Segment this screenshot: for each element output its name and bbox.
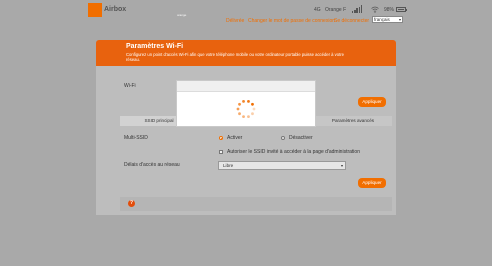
orange-logo[interactable]: orange (88, 3, 186, 17)
loading-dialog (176, 80, 316, 127)
wifi-icon (371, 6, 379, 13)
header: orange Airbox 4G Orange F 98% Délivrée C… (0, 0, 492, 38)
signal-bars-icon (352, 5, 363, 13)
guest-admin-checkbox-label: Autoriser le SSID invité à accéder à la … (227, 149, 360, 155)
network-access-label: Délais d'accès au réseau (124, 162, 180, 168)
nav-link-change-password[interactable]: Changer le mot de passe de connexion (248, 18, 335, 24)
apply-button-bottom[interactable]: Appliquer (358, 178, 386, 188)
dialog-title-bar (177, 81, 315, 92)
spinner-dot (247, 99, 250, 103)
page-title: Paramètres Wi-Fi (126, 43, 184, 50)
operator-name: Orange F (325, 7, 347, 13)
spinner-dot (242, 99, 245, 103)
spinner-dot (236, 107, 240, 111)
apply-button-top[interactable]: Appliquer (358, 97, 386, 107)
radio-activate-label: Activer (227, 135, 243, 141)
network-type: 4G (314, 7, 321, 13)
spinner-dot (251, 102, 254, 106)
spinner-dot (251, 112, 254, 116)
spinner-dot (247, 115, 250, 119)
radio-deactivate-label: Désactiver (289, 135, 313, 141)
brand-name: Airbox (104, 6, 127, 13)
radio-deactivate[interactable] (281, 136, 285, 140)
spinner-dot (238, 112, 241, 116)
spinner-dot (238, 102, 241, 106)
battery-fill (398, 9, 404, 10)
tab-advanced-settings[interactable]: Paramètres avancés (314, 116, 392, 126)
nav-link-logout[interactable]: Se déconnecter (334, 18, 369, 24)
page-description: Configurez un point d'accès Wi-Fi afin q… (126, 52, 344, 62)
logo-text: orange (177, 13, 187, 17)
settings-banner: Paramètres Wi-Fi Configurez un point d'a… (96, 40, 396, 66)
nav-link-1[interactable]: Délivrée (226, 18, 244, 24)
network-access-select[interactable]: Libre (218, 161, 346, 170)
multi-ssid-label: Multi-SSID (124, 135, 148, 141)
guest-admin-checkbox[interactable] (219, 150, 223, 154)
help-icon[interactable]: ? (128, 200, 135, 207)
spinner-dot (252, 107, 256, 111)
loading-spinner-icon (236, 99, 256, 119)
battery-icon (396, 7, 407, 12)
spinner-dot (242, 115, 245, 119)
wifi-label: Wi-Fi (124, 83, 136, 89)
battery-percent: 98% (384, 7, 395, 13)
radio-activate[interactable] (219, 136, 223, 140)
language-select[interactable]: français (372, 16, 403, 23)
page: orange Airbox 4G Orange F 98% Délivrée C… (0, 0, 492, 266)
help-bar: ? (120, 197, 392, 211)
